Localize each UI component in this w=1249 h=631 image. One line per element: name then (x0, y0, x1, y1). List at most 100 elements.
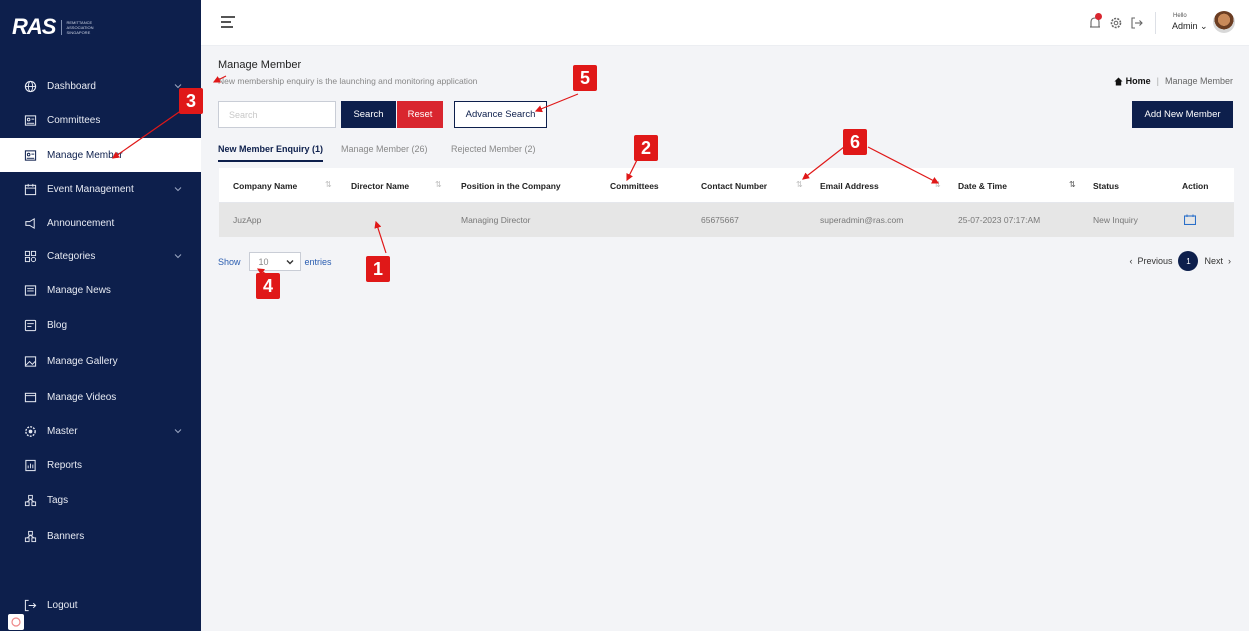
chevron-right-icon: › (1228, 256, 1231, 266)
sidebar-item-tags[interactable]: Tags (0, 483, 201, 517)
sort-icon[interactable]: ⇅ (934, 180, 941, 189)
add-new-member-button[interactable]: Add New Member (1132, 101, 1233, 128)
sidebar-item-manage-videos[interactable]: Manage Videos (0, 380, 201, 414)
column-header[interactable]: Contact Number (701, 181, 767, 191)
topbar: Hello Admin ⌄ (201, 0, 1249, 46)
divider (1155, 12, 1156, 34)
column-header[interactable]: Date & Time (958, 181, 1007, 191)
logout-button[interactable]: Logout (0, 590, 201, 620)
chevron-down-icon: ⌄ (1200, 21, 1208, 31)
sidebar-item-manage-member[interactable]: Manage Member (0, 138, 201, 172)
cell-date-time: 25-07-2023 07:17:AM (958, 215, 1041, 225)
sign-out-icon[interactable] (1130, 16, 1144, 30)
greeting: Hello (1173, 13, 1187, 19)
tab-manage-member[interactable]: Manage Member (26) (341, 144, 428, 160)
sort-icon[interactable]: ⇅ (796, 180, 803, 189)
gear-icon[interactable] (1109, 16, 1123, 30)
id-card-icon (24, 114, 37, 127)
annotation-badge: 1 (366, 256, 390, 282)
sidebar-item-manage-gallery[interactable]: Manage Gallery (0, 344, 201, 378)
previous-button[interactable]: ‹ Previous (1129, 256, 1172, 266)
reports-icon (24, 459, 37, 472)
cell-contact-number: 65675667 (701, 215, 739, 225)
chevron-down-icon (174, 429, 182, 434)
column-header: Action (1182, 181, 1209, 191)
avatar[interactable] (1213, 11, 1235, 33)
tab-new-member-enquiry[interactable]: New Member Enquiry (1) (218, 144, 324, 162)
column-header[interactable]: Position in the Company (461, 181, 561, 191)
video-icon (24, 391, 37, 404)
user-menu[interactable]: Admin ⌄ (1172, 21, 1208, 32)
breadcrumb-current: Manage Member (1164, 76, 1233, 86)
breadcrumb-home[interactable]: Home (1126, 76, 1151, 86)
sidebar-item-master[interactable]: Master (0, 414, 201, 448)
page-number[interactable]: 1 (1178, 251, 1199, 271)
table-row[interactable]: JuzApp Managing Director 65675667 supera… (219, 203, 1234, 237)
logo-mark: RAS (12, 14, 56, 39)
sidebar-item-manage-news[interactable]: Manage News (0, 273, 201, 307)
sidebar-item-announcement[interactable]: Announcement (0, 206, 201, 240)
members-table: Company Name ⇅ Director Name ⇅ Position … (219, 168, 1234, 237)
sidebar-item-reports[interactable]: Reports (0, 448, 201, 482)
sidebar-item-label: Event Management (47, 183, 134, 195)
logout-icon (24, 599, 37, 612)
column-header[interactable]: Email Address (820, 181, 879, 191)
entries-length: Show 10 entries (218, 252, 332, 271)
logout-label: Logout (47, 599, 78, 611)
sidebar-item-dashboard[interactable]: Dashboard (0, 69, 201, 103)
cell-position: Managing Director (461, 215, 531, 225)
tab-rejected-member[interactable]: Rejected Member (2) (451, 144, 536, 160)
sidebar-item-label: Manage Videos (47, 391, 117, 403)
column-header[interactable]: Status (1093, 181, 1119, 191)
chevron-down-icon (174, 254, 182, 259)
sort-icon[interactable]: ⇅ (435, 180, 442, 189)
page-subtitle: New membership enquiry is the launching … (218, 76, 478, 86)
sidebar-item-label: Dashboard (47, 80, 96, 92)
main-content: Manage Member New membership enquiry is … (201, 46, 1249, 631)
page-title: Manage Member (218, 59, 302, 71)
banners-icon (24, 530, 37, 543)
sidebar-item-label: Tags (47, 494, 69, 506)
sidebar-item-label: Committees (47, 114, 101, 126)
table-header: Company Name ⇅ Director Name ⇅ Position … (219, 168, 1234, 203)
bell-icon[interactable] (1087, 13, 1103, 31)
tabs: New Member Enquiry (1) Manage Member (26… (218, 144, 1234, 166)
cell-status: New Inquiry (1093, 215, 1138, 225)
sort-icon[interactable]: ⇅ (1069, 180, 1076, 189)
master-icon (24, 425, 37, 438)
megaphone-icon (24, 217, 37, 230)
cell-email: superadmin@ras.com (820, 215, 904, 225)
search-input[interactable] (218, 101, 336, 128)
sidebar-item-label: Manage News (47, 284, 111, 296)
chevron-left-icon: ‹ (1129, 256, 1133, 266)
sidebar: RAS REMITTANCE ASSOCIATION SINGAPORE Das… (0, 0, 201, 631)
sidebar-item-blog[interactable]: Blog (0, 308, 201, 342)
entries-select[interactable]: 10 (248, 252, 301, 271)
advance-search-button[interactable]: Advance Search (454, 101, 547, 128)
column-header[interactable]: Company Name (233, 181, 297, 191)
menu-toggle-icon[interactable] (221, 16, 235, 28)
breadcrumb: Home | Manage Member (1114, 76, 1233, 86)
previous-label: Previous (1137, 256, 1173, 266)
next-label: Next (1204, 256, 1223, 266)
sidebar-item-categories[interactable]: Categories (0, 239, 201, 273)
next-button[interactable]: Next › (1204, 256, 1231, 266)
sidebar-item-label: Blog (47, 319, 68, 331)
view-icon[interactable] (1184, 214, 1196, 225)
sidebar-item-label: Reports (47, 459, 83, 471)
sidebar-item-event-management[interactable]: Event Management (0, 172, 201, 206)
sidebar-item-label: Categories (47, 250, 96, 262)
entries-label: entries (304, 256, 332, 267)
logo[interactable]: RAS REMITTANCE ASSOCIATION SINGAPORE (12, 14, 95, 40)
column-header[interactable]: Committees (610, 181, 659, 191)
sort-icon[interactable]: ⇅ (325, 180, 332, 189)
search-button[interactable]: Search (341, 101, 396, 128)
sidebar-item-label: Announcement (47, 217, 115, 229)
sidebar-item-banners[interactable]: Banners (0, 519, 201, 553)
home-icon (1114, 76, 1123, 86)
annotation-badge: 4 (256, 273, 280, 299)
column-header[interactable]: Director Name (351, 181, 409, 191)
id-card-icon (24, 149, 37, 162)
sidebar-item-committees[interactable]: Committees (0, 103, 201, 137)
reset-button[interactable]: Reset (397, 101, 443, 128)
